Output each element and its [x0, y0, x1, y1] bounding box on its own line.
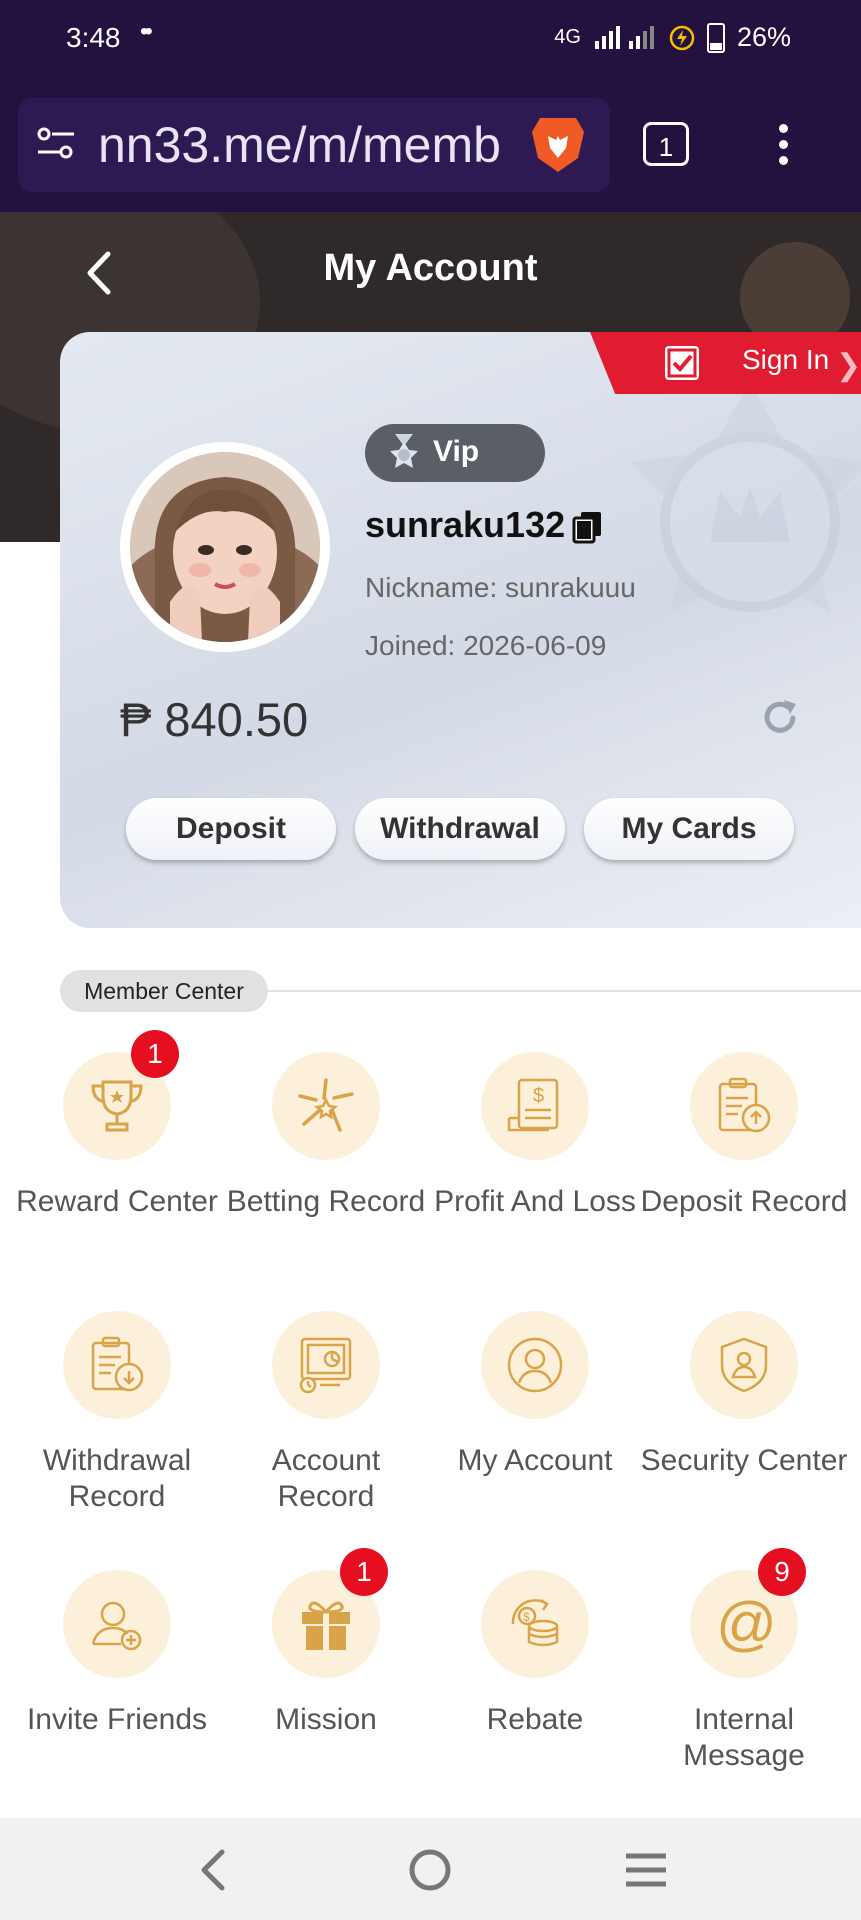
- clipboard-upload-icon: [718, 1077, 771, 1133]
- battery-icon: [706, 22, 725, 53]
- status-indicators: 4G 26%: [554, 22, 791, 53]
- security-center-label: Security Center: [640, 1444, 848, 1477]
- member-center-title: Member Center: [60, 970, 268, 1012]
- profile-card: Sign In ❯ Vip sunraku132 Nickname: sunra…: [60, 332, 861, 928]
- at-icon: @: [716, 1594, 774, 1654]
- internal-message-item[interactable]: @ 9 Internal Message: [639, 1548, 849, 1774]
- withdrawal-record-item[interactable]: Withdrawal Record: [12, 1311, 222, 1515]
- tab-switcher-button[interactable]: 1: [643, 122, 689, 166]
- copy-icon[interactable]: [572, 510, 604, 544]
- coins-icon: $: [511, 1598, 559, 1647]
- sparkle-icon: [298, 1078, 354, 1132]
- notification-badge: 1: [340, 1548, 388, 1596]
- internal-message-label: Internal Message: [683, 1703, 805, 1772]
- chevron-right-icon: ❯: [836, 349, 861, 382]
- charging-icon: [669, 25, 695, 50]
- reward-center-item[interactable]: 1 Reward Center: [12, 1030, 222, 1220]
- account-record-item[interactable]: Account Record: [221, 1311, 431, 1515]
- svg-text:$: $: [533, 1085, 544, 1107]
- signal-icon: [594, 25, 654, 49]
- avatar[interactable]: [130, 452, 320, 642]
- bill-icon: $: [507, 1078, 559, 1132]
- medal-icon: [390, 434, 418, 468]
- checkbox-icon: [665, 346, 699, 380]
- status-notification-icons: ••: [140, 18, 153, 45]
- add-user-icon: [91, 1601, 142, 1651]
- nav-back-icon[interactable]: [190, 1848, 238, 1892]
- shield-icon: [720, 1337, 768, 1393]
- withdrawal-record-label: Withdrawal Record: [42, 1444, 192, 1513]
- my-cards-button[interactable]: My Cards: [584, 798, 794, 860]
- invite-friends-item[interactable]: Invite Friends: [12, 1570, 222, 1738]
- invite-friends-label: Invite Friends: [26, 1703, 208, 1736]
- mission-label: Mission: [275, 1703, 377, 1736]
- vip-label: Vip: [433, 435, 480, 468]
- system-nav-bar: [0, 1818, 861, 1920]
- medal-watermark-icon: [630, 382, 861, 612]
- vip-badge: Vip: [365, 424, 545, 482]
- my-account-item[interactable]: My Account: [430, 1311, 640, 1479]
- battery-level: 26%: [736, 22, 791, 52]
- deposit-button[interactable]: Deposit: [126, 798, 336, 860]
- site-controls-icon[interactable]: [34, 122, 78, 166]
- browser-top-bar: 3:48 •• 4G 26% nn33.me/m/memb 1: [0, 0, 861, 212]
- rebate-label: Rebate: [486, 1703, 584, 1736]
- withdrawal-button[interactable]: Withdrawal: [355, 798, 565, 860]
- status-time: 3:48: [66, 22, 121, 53]
- brave-lion-icon[interactable]: [528, 114, 588, 176]
- address-bar[interactable]: nn33.me/m/memb: [18, 98, 610, 192]
- my-account-label: My Account: [457, 1444, 613, 1477]
- deposit-record-label: Deposit Record: [640, 1185, 848, 1218]
- account-record-label: Account Record: [271, 1444, 381, 1513]
- clipboard-download-icon: [91, 1336, 144, 1392]
- betting-record-item[interactable]: Betting Record: [221, 1052, 431, 1220]
- rebate-item[interactable]: $ Rebate: [430, 1570, 640, 1738]
- joined-date: Joined: 2026-06-09: [365, 630, 607, 661]
- sign-in-button[interactable]: Sign In ❯: [590, 332, 861, 394]
- notification-badge: 1: [131, 1030, 179, 1078]
- nav-home-icon[interactable]: [406, 1848, 454, 1892]
- nickname: Nickname: sunrakuuu: [365, 572, 636, 603]
- profit-and-loss-label: Profit And Loss: [434, 1185, 636, 1218]
- notification-badge: 9: [758, 1548, 806, 1596]
- reward-center-label: Reward Center: [16, 1185, 218, 1218]
- svg-text:@: @: [716, 1594, 774, 1654]
- nav-menu-icon[interactable]: [622, 1848, 670, 1892]
- betting-record-label: Betting Record: [226, 1185, 426, 1218]
- url-text[interactable]: nn33.me/m/memb: [98, 116, 518, 172]
- sign-in-label: Sign In: [742, 344, 830, 375]
- chart-icon: [299, 1337, 352, 1394]
- username: sunraku132: [365, 504, 566, 545]
- trophy-icon: [91, 1080, 143, 1132]
- user-icon: [507, 1337, 563, 1393]
- svg-text:$: $: [523, 1610, 530, 1624]
- deposit-record-item[interactable]: Deposit Record: [639, 1052, 849, 1220]
- security-center-item[interactable]: Security Center: [639, 1311, 849, 1479]
- more-menu-icon[interactable]: [768, 120, 798, 170]
- network-type: 4G: [554, 26, 581, 48]
- mission-item[interactable]: 1 Mission: [221, 1548, 431, 1738]
- page-title: My Account: [323, 247, 538, 289]
- profit-and-loss-item[interactable]: $ Profit And Loss: [430, 1052, 640, 1220]
- gift-icon: [302, 1601, 350, 1650]
- refresh-icon[interactable]: [760, 698, 800, 738]
- balance-amount: ₱ 840.50: [120, 693, 309, 746]
